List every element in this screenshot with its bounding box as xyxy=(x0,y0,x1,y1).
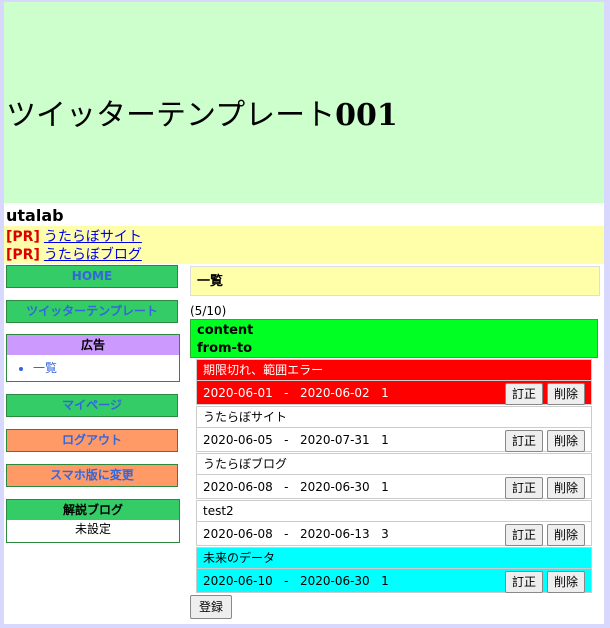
row-title: うたらぼブログ xyxy=(197,454,591,475)
pr-link-blog[interactable]: うたらぼブログ xyxy=(44,247,142,263)
pr-item: [PR] うたらぼサイト xyxy=(6,228,142,246)
table-row: 期限切れ、範囲エラー 2020-06-01 - 2020-06-02 1 訂正 … xyxy=(196,359,592,405)
table-row: test2 2020-06-08 - 2020-06-13 3 訂正 削除 xyxy=(196,500,592,546)
sidebar-mypage-button[interactable]: マイページ xyxy=(6,394,178,417)
sidebar-home-button[interactable]: HOME xyxy=(6,265,178,288)
site-name: utalab xyxy=(6,206,64,225)
row-title: test2 xyxy=(197,501,591,522)
delete-button[interactable]: 削除 xyxy=(546,524,585,546)
sidebar-twitter-template-button[interactable]: ツイッターテンプレート xyxy=(6,300,178,323)
header: ツイッターテンプレート001 xyxy=(4,2,604,203)
pr-link-site[interactable]: うたらぼサイト xyxy=(44,229,142,245)
row-dates: 2020-06-10 - 2020-06-30 1 xyxy=(203,574,389,588)
main-title: 一覧 xyxy=(190,266,600,296)
register-button[interactable]: 登録 xyxy=(190,595,233,619)
page: ツイッターテンプレート001 utalab [PR] うたらぼサイト [PR] うた… xyxy=(4,2,604,624)
fix-button[interactable]: 訂正 xyxy=(504,571,543,593)
pr-box: [PR] うたらぼサイト [PR] うたらぼブログ xyxy=(4,226,604,264)
ad-list-item[interactable]: 一覧 xyxy=(33,359,179,376)
blog-panel: 解説ブログ 未設定 xyxy=(6,499,180,543)
delete-button[interactable]: 削除 xyxy=(546,383,585,405)
row-dates: 2020-06-05 - 2020-07-31 1 xyxy=(203,433,389,447)
delete-button[interactable]: 削除 xyxy=(546,571,585,593)
row-dates: 2020-06-01 - 2020-06-02 1 xyxy=(203,386,389,400)
row-dates: 2020-06-08 - 2020-06-13 3 xyxy=(203,527,389,541)
sidebar-logout-button[interactable]: ログアウト xyxy=(6,429,178,452)
row-title: 未来のデータ xyxy=(197,548,591,569)
pr-tag: [PR] xyxy=(6,229,40,245)
row-title: 期限切れ、範囲エラー xyxy=(197,360,591,381)
fix-button[interactable]: 訂正 xyxy=(504,383,543,405)
fix-button[interactable]: 訂正 xyxy=(504,430,543,452)
row-dates: 2020-06-08 - 2020-06-30 1 xyxy=(203,480,389,494)
blog-heading: 解説ブログ xyxy=(7,500,179,520)
fix-button[interactable]: 訂正 xyxy=(504,477,543,499)
table-row: うたらぼサイト 2020-06-05 - 2020-07-31 1 訂正 削除 xyxy=(196,406,592,452)
table-header: content from-to xyxy=(190,319,598,358)
fix-button[interactable]: 訂正 xyxy=(504,524,543,546)
col-from-to: from-to xyxy=(197,341,253,356)
ad-panel: 広告 一覧 xyxy=(6,334,180,382)
page-title: ツイッターテンプレート001 xyxy=(6,98,398,133)
delete-button[interactable]: 削除 xyxy=(546,477,585,499)
item-count: (5/10) xyxy=(190,304,227,318)
delete-button[interactable]: 削除 xyxy=(546,430,585,452)
pr-tag: [PR] xyxy=(6,247,40,263)
pr-item: [PR] うたらぼブログ xyxy=(6,246,142,264)
row-title: うたらぼサイト xyxy=(197,407,591,428)
ad-heading: 広告 xyxy=(7,335,179,355)
col-content: content xyxy=(197,323,254,338)
blog-value: 未設定 xyxy=(74,522,111,536)
table-row: 未来のデータ 2020-06-10 - 2020-06-30 1 訂正 削除 xyxy=(196,547,592,593)
sidebar-mobile-button[interactable]: スマホ版に変更 xyxy=(6,464,178,487)
table-row: うたらぼブログ 2020-06-08 - 2020-06-30 1 訂正 削除 xyxy=(196,453,592,499)
